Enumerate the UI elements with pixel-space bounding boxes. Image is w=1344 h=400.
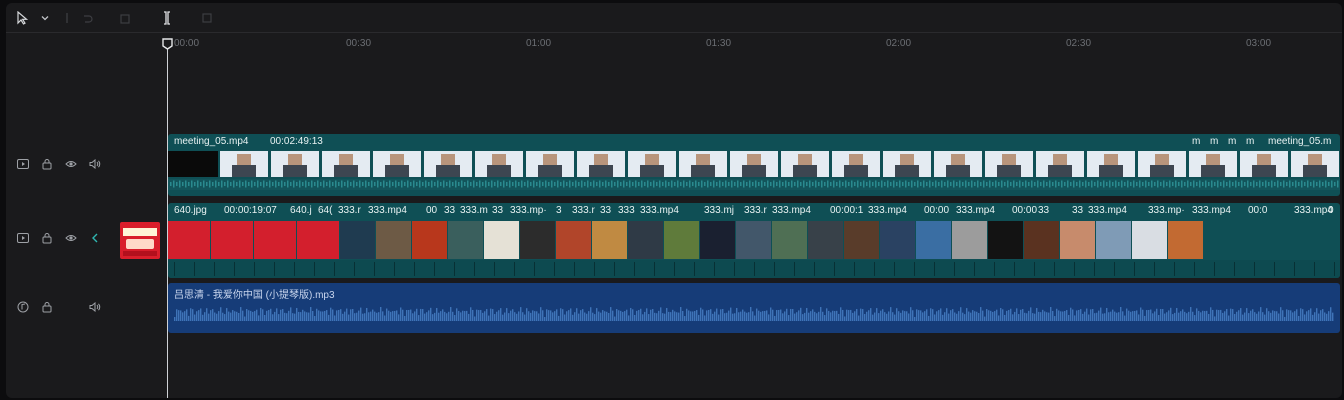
overlay-frame-thumb <box>808 221 843 259</box>
eye-icon[interactable] <box>64 157 78 171</box>
overlay-frame-thumb <box>1024 221 1059 259</box>
overlay-clip-label: 33 <box>492 205 504 216</box>
delete-icon[interactable] <box>116 9 134 27</box>
overlay-clip-label: 00:0 <box>1248 205 1268 216</box>
overlay-frame-thumb <box>1168 221 1203 259</box>
playhead-handle[interactable] <box>162 37 173 50</box>
overlay-clip-label: 333.mp4 <box>640 205 679 216</box>
overlay-frame-thumb <box>916 221 951 259</box>
chevron-left-icon[interactable] <box>88 231 102 245</box>
main-video-clip[interactable]: meeting_05.mp4 00:02:49:13 m m m m meeti… <box>168 134 1340 196</box>
lock-icon[interactable] <box>40 300 54 314</box>
audio-clip[interactable]: 吕思清 - 我爱你中国 (小提琴版).mp3 <box>168 283 1340 333</box>
audio-track-header <box>6 298 164 318</box>
time-ruler[interactable]: 00:00 00:30 01:00 01:30 02:00 02:30 03:0… <box>166 35 1342 51</box>
overlay-clip-label: 00:00:19:07 <box>224 205 277 216</box>
overlay-frame-thumb <box>1132 221 1167 259</box>
overlay-frame-thumb <box>211 221 253 259</box>
overlay-clip-label: 333 <box>618 205 635 216</box>
main-video-track-header <box>6 155 164 175</box>
overlay-frame-thumb <box>297 221 339 259</box>
ruler-label: 00:30 <box>346 38 372 49</box>
volume-icon[interactable] <box>88 157 102 171</box>
overlay-frame-thumb <box>340 221 375 259</box>
audio-track-icon[interactable] <box>16 300 30 314</box>
video-track-icon[interactable] <box>16 157 30 171</box>
audio-waveform <box>174 307 1334 321</box>
overlay-frame-thumb <box>556 221 591 259</box>
overlay-clip-label: 333.mp· <box>1148 205 1185 216</box>
select-cursor-icon[interactable] <box>14 9 32 27</box>
overlay-clip-labels: 640.jpg 00:00:19:07 640.j 64(333.r 333.mp4 00… <box>168 203 1340 219</box>
overlay-clip-label: 333.r <box>572 205 595 216</box>
overlay-clip-label: 333.mp4 <box>868 205 907 216</box>
overlay-clip-label: 333.r <box>338 205 361 216</box>
overlay-frame-thumb <box>736 221 771 259</box>
dark-frame <box>168 151 218 177</box>
playhead-line[interactable] <box>167 43 168 398</box>
overlay-clip-label: 333.mp· <box>510 205 547 216</box>
overlay-clip-label: 00:00:1 <box>830 205 864 216</box>
overlay-clip-label: 333.r <box>744 205 767 216</box>
overlay-frame-thumb <box>448 221 483 259</box>
overlay-clip-label: 640.jpg <box>174 205 207 216</box>
overlay-clip-label: 00 <box>426 205 438 216</box>
overlay-clip-label: 00:00 <box>924 205 950 216</box>
overlay-clip-label: 33 <box>600 205 612 216</box>
overlay-frame-thumb <box>700 221 735 259</box>
overlay-clip-label: 333.mp4 <box>1192 205 1231 216</box>
overlay-frame-thumb <box>592 221 627 259</box>
overlay-clip-label: 0 <box>1328 205 1334 216</box>
video-track-icon[interactable] <box>16 231 30 245</box>
overlay-clip-label: 64( <box>318 205 333 216</box>
undo-icon[interactable] <box>78 9 96 27</box>
cover-thumbnail[interactable] <box>120 222 160 259</box>
overlay-clip-label: 00:00 <box>1012 205 1038 216</box>
split-icon[interactable] <box>58 9 76 27</box>
overlay-frame-thumb <box>664 221 699 259</box>
overlay-clip-label: 33 <box>444 205 456 216</box>
lock-icon[interactable] <box>40 231 54 245</box>
volume-icon[interactable] <box>88 300 102 314</box>
overlay-clip-label: 333.mp4 <box>772 205 811 216</box>
chevron-down-icon[interactable] <box>36 9 54 27</box>
overlay-clip-label: 33 <box>1038 205 1050 216</box>
ruler-label: 01:00 <box>526 38 552 49</box>
ruler-label: 03:00 <box>1246 38 1272 49</box>
timeline-panel: 00:00 00:30 01:00 01:30 02:00 02:30 03:0… <box>6 3 1342 398</box>
ruler-label: 02:00 <box>886 38 912 49</box>
crop-icon[interactable] <box>198 9 216 27</box>
overlay-clip-label: 333.mp4 <box>1088 205 1127 216</box>
overlay-frame-thumb <box>520 221 555 259</box>
ruler-label: 00:00 <box>174 38 200 49</box>
ruler-label: 01:30 <box>706 38 732 49</box>
overlay-video-track[interactable]: 640.jpg 00:00:19:07 640.j 64(333.r 333.mp4 00… <box>168 203 1340 278</box>
overlay-frame-thumb <box>844 221 879 259</box>
overlay-clip-label: 333.mp4 <box>368 205 407 216</box>
trim-icon[interactable] <box>158 9 176 27</box>
overlay-frame-thumb <box>988 221 1023 259</box>
overlay-frame-thumb <box>1096 221 1131 259</box>
ruler-label: 02:30 <box>1066 38 1092 49</box>
overlay-frame-thumb <box>484 221 519 259</box>
lock-icon[interactable] <box>40 157 54 171</box>
overlay-clip-label: 333.mp4 <box>956 205 995 216</box>
overlay-frame-thumb <box>628 221 663 259</box>
timeline-toolbar <box>6 3 1342 33</box>
overlay-clip-label: 33 <box>1072 205 1084 216</box>
overlay-frame-thumb <box>254 221 296 259</box>
overlay-frame-thumb <box>772 221 807 259</box>
overlay-frame-thumb <box>880 221 915 259</box>
overlay-clip-label: 3 <box>556 205 562 216</box>
overlay-clip-label: 640.j <box>290 205 312 216</box>
overlay-frame-thumb <box>1060 221 1095 259</box>
main-video-thumbnails <box>168 151 1340 190</box>
overlay-frame-thumb <box>376 221 411 259</box>
overlay-frame-thumb <box>168 221 210 259</box>
overlay-frame-thumb <box>412 221 447 259</box>
overlay-clip-label: 333.mj <box>704 205 735 216</box>
overlay-frame-thumb <box>952 221 987 259</box>
eye-icon[interactable] <box>64 231 78 245</box>
overlay-clip-label: 333.m <box>460 205 488 216</box>
